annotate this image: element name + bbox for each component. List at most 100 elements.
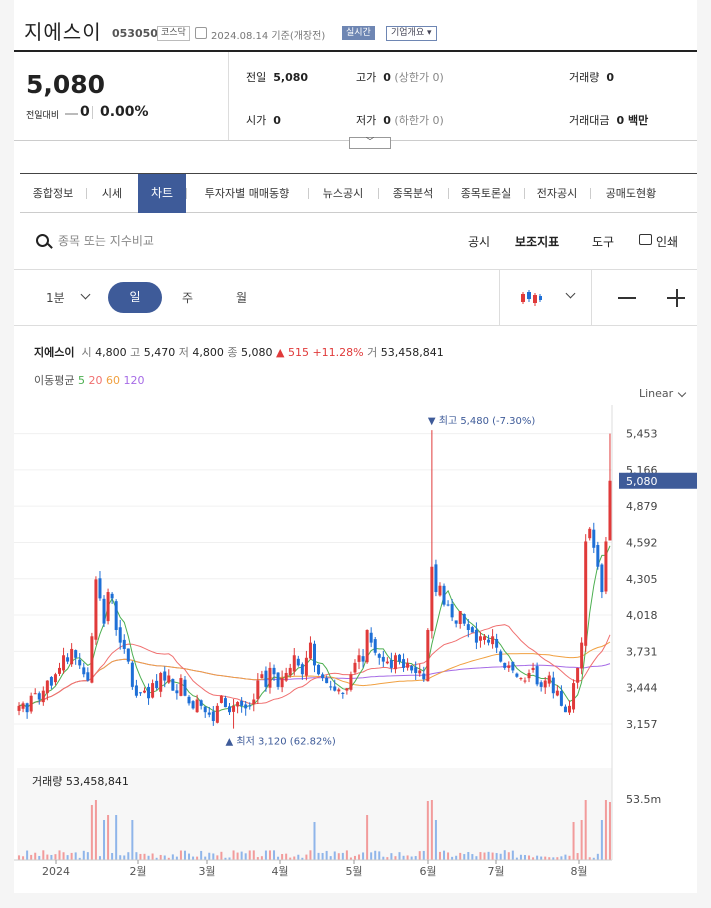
- zoom-out-icon[interactable]: [618, 297, 636, 299]
- candle-body: [163, 671, 167, 681]
- chevron-down-icon[interactable]: [677, 388, 687, 398]
- volume-bar: [119, 855, 122, 860]
- volume-bar: [139, 853, 142, 860]
- chart-open: 4,800: [95, 346, 127, 359]
- search-icon[interactable]: [36, 234, 49, 247]
- candle-body: [17, 705, 21, 711]
- period-week-button[interactable]: 주: [182, 289, 193, 306]
- tab-3[interactable]: 투자자별 매매동향: [186, 174, 308, 213]
- candle-body: [187, 696, 191, 704]
- realtime-button[interactable]: 실시간: [342, 26, 375, 40]
- x-tick-label: 2024: [42, 865, 70, 878]
- volume-bar: [321, 852, 324, 860]
- volume-bar: [98, 856, 101, 860]
- candle-body: [402, 659, 406, 668]
- tab-2[interactable]: 차트: [138, 174, 186, 213]
- volume-bar: [86, 852, 89, 860]
- volume-bar: [580, 820, 583, 860]
- candle-body: [304, 657, 308, 676]
- volume-bar: [54, 854, 57, 860]
- candle-body: [300, 664, 304, 675]
- divider: [499, 269, 500, 325]
- tab-8[interactable]: 공매도현황: [590, 174, 672, 213]
- candle-body: [268, 667, 272, 688]
- volume-bar: [366, 815, 369, 860]
- volume-bar: [584, 800, 587, 860]
- candle-body: [466, 624, 470, 630]
- ma-legend: 이동평균 5 20 60 120: [34, 374, 145, 387]
- volume-bar: [313, 822, 316, 860]
- volume-bar: [58, 850, 61, 860]
- stock-code: 053050: [112, 27, 158, 40]
- tool-button[interactable]: 도구: [592, 233, 614, 250]
- candle-body: [292, 655, 296, 672]
- volume-bar: [151, 853, 154, 860]
- candle-chart-icon[interactable]: [520, 288, 542, 308]
- candle-body: [539, 682, 543, 687]
- tab-0[interactable]: 종합정보: [20, 174, 86, 213]
- volume-bar: [163, 855, 166, 860]
- candle-body: [321, 674, 325, 679]
- candle-body: [155, 680, 159, 689]
- candle-body: [422, 673, 426, 680]
- volume-bar: [418, 851, 421, 860]
- candle-body: [426, 629, 430, 682]
- volume-bar: [329, 856, 332, 860]
- notice-button[interactable]: 공시: [468, 233, 490, 250]
- candle-body: [596, 544, 600, 567]
- volume-bar: [325, 850, 328, 860]
- candle-body: [499, 651, 503, 662]
- max-annotation: ▼ 최고 5,480 (-7.30%): [428, 415, 536, 427]
- volume-bar: [82, 850, 85, 860]
- candle-body: [559, 691, 563, 706]
- volume-bar: [430, 800, 433, 860]
- volume-bar: [459, 852, 462, 860]
- y-tick-label: 3,157: [626, 718, 658, 731]
- volume-bar: [443, 850, 446, 860]
- search-input[interactable]: 종목 또는 지수비교: [58, 232, 154, 249]
- candle-body: [531, 667, 535, 671]
- x-tick-label: 4월: [271, 865, 288, 878]
- volume-bar: [196, 856, 199, 860]
- price-chart[interactable]: 5,4535,1664,8794,5924,3054,0183,7313,444…: [14, 405, 697, 893]
- minute-select[interactable]: 1분: [46, 289, 65, 306]
- volume-bar: [564, 854, 567, 860]
- candle-body: [276, 672, 280, 687]
- candle-body: [203, 706, 207, 713]
- print-icon[interactable]: [639, 234, 652, 245]
- collapse-toggle[interactable]: ﹀: [349, 137, 391, 149]
- print-button[interactable]: 인쇄: [656, 233, 678, 250]
- candle-body: [507, 665, 511, 668]
- chevron-down-icon[interactable]: [565, 288, 576, 299]
- indicator-button[interactable]: 보조지표: [515, 233, 559, 250]
- volume-bar: [471, 854, 474, 860]
- tab-1[interactable]: 시세: [86, 174, 138, 213]
- chevron-down-icon[interactable]: [80, 289, 91, 300]
- volume-bar: [398, 852, 401, 860]
- tab-7[interactable]: 전자공시: [524, 174, 590, 213]
- period-month-button[interactable]: 월: [236, 289, 247, 306]
- candle-body: [288, 667, 292, 676]
- tab-6[interactable]: 종목토론실: [448, 174, 524, 213]
- company-info-dropdown[interactable]: 기업개요 ▾: [386, 26, 437, 41]
- tab-5[interactable]: 종목분석: [378, 174, 448, 213]
- period-controls: 1분 일 주 월: [14, 269, 697, 326]
- volume-bar: [414, 856, 417, 860]
- volume-bar: [572, 822, 575, 860]
- candle-body: [219, 695, 223, 703]
- scale-select[interactable]: Linear: [639, 387, 673, 400]
- volume-bar: [596, 853, 599, 860]
- candle-body: [232, 705, 236, 712]
- volume-bar: [362, 852, 365, 860]
- tab-4[interactable]: 뉴스공시: [308, 174, 378, 213]
- volume-bar: [34, 852, 37, 860]
- candle-body: [385, 661, 389, 664]
- volume-bar: [507, 852, 510, 860]
- volume-bar: [273, 850, 276, 860]
- candle-body: [62, 655, 66, 671]
- period-day-button[interactable]: 일: [108, 282, 162, 313]
- y-tick-label: 4,592: [626, 536, 658, 549]
- candle-body: [547, 675, 551, 684]
- candle-body: [458, 611, 462, 624]
- candle-body: [551, 677, 555, 694]
